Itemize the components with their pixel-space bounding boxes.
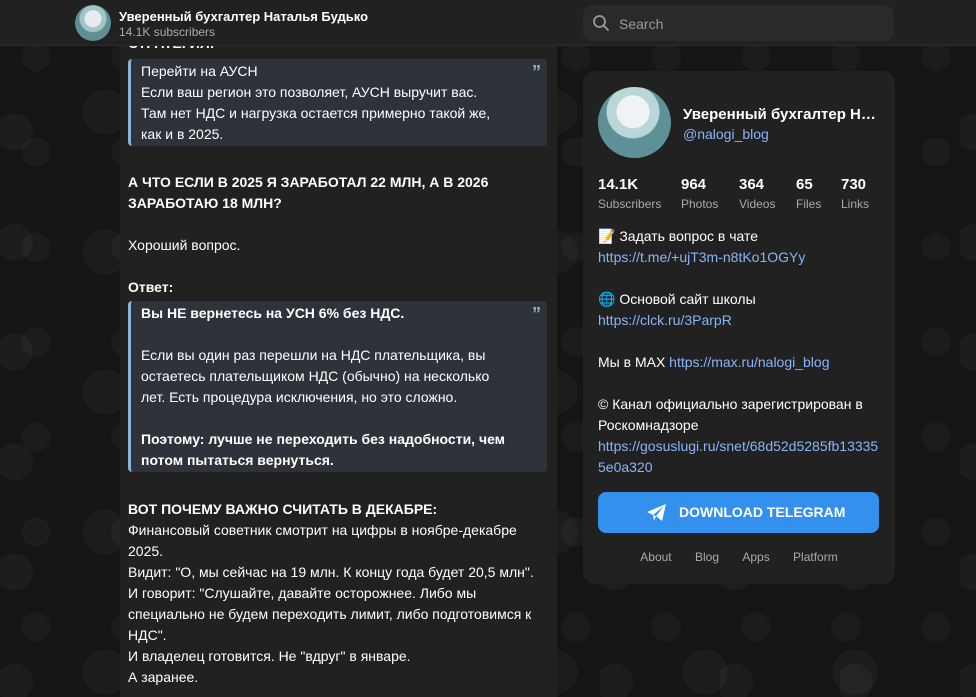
desc-registration-text: © Канал официально зарегистрирован в Рос… [598,396,863,433]
post-cut-heading: СТРАТЕГИЯ: [128,46,549,54]
stat-label: Files [796,197,822,211]
max-link[interactable]: https://max.ru/nalogi_blog [669,354,829,370]
quote-line: как и в 2025. [141,126,224,142]
channel-info-card: Уверенный бухгалтер Наталья Будько @nalo… [583,71,895,584]
quote-line: Вы НЕ вернетесь на УСН 6% без НДС. [141,305,405,321]
search-box[interactable] [583,5,894,43]
channel-avatar-large [598,87,671,158]
stat-label: Links [841,197,870,211]
footer-link-blog[interactable]: Blog [695,550,719,564]
question-line: А ЧТО ЕСЛИ В 2025 Я ЗАРАБОТАЛ 22 МЛН, А … [128,174,489,190]
paragraph-line: специально не будем переходить лимит, ли… [128,606,532,622]
quote-line: Если ваш регион это позволяет, АУСН выру… [141,84,478,100]
question-line: ЗАРАБОТАЮ 18 МЛН? [128,195,282,211]
desc-chat-text: 📝 Задать вопрос в чате [598,228,759,244]
top-bar: Уверенный бухгалтер Наталья Будько 14.1K… [0,0,976,46]
paragraph-line: 2025. [128,543,164,559]
stat-links[interactable]: 730 Links [841,176,869,214]
search-input[interactable] [617,5,881,43]
footer-link-apps[interactable]: Apps [742,550,769,564]
channel-name: Уверенный бухгалтер Наталья Будько [683,106,879,123]
channel-handle-link[interactable]: @nalogi_blog [683,126,769,142]
channel-description: 📝 Задать вопрос в чате https://t.me/+ujT… [598,226,883,478]
stat-label: Photos [681,197,719,211]
stat-value: 730 [841,176,867,193]
footer-links: About Blog Apps Platform [583,550,895,564]
desc-max-line: Мы в MAX https://max.ru/nalogi_blog [598,352,883,373]
quote-icon: ” [532,62,541,82]
download-label: DOWNLOAD TELEGRAM [679,504,846,520]
stat-videos[interactable]: 364 Videos [739,176,775,214]
channel-title[interactable]: Уверенный бухгалтер Наталья Будько [119,9,368,24]
paragraph-line: Финансовый советник смотрит на цифры в н… [128,522,517,538]
stat-photos[interactable]: 964 Photos [681,176,718,214]
paragraph-line: А заранее. [128,669,199,685]
answer-label: Ответ: [128,279,174,295]
quote-line: Если вы один раз перешли на НДС плательщ… [141,347,486,363]
paragraph-line: И владелец готовится. Не "вдруг" в январ… [128,648,411,664]
stat-value: 364 [739,176,765,193]
search-icon [593,15,609,31]
quote-line: потом пытаться вернуться. [141,452,334,468]
stat-value: 65 [796,176,813,193]
quote-line: остаетесь плательщиком НДС (обычно) на н… [141,368,490,384]
footer-link-about[interactable]: About [640,550,671,564]
paragraph-line: Видит: "О, мы сейчас на 19 млн. К концу … [128,564,534,580]
stat-label: Subscribers [598,197,662,211]
quote-icon: ” [532,304,541,324]
quote-line: Перейти на АУСН [141,63,258,79]
subscriber-count: 14.1K subscribers [119,25,216,39]
registration-link[interactable]: https://gosuslugi.ru/snet/68d52d5285fb13… [598,438,878,475]
stat-value: 14.1K [598,176,639,193]
chat-link[interactable]: https://t.me/+ujT3m-n8tKo1OGYy [598,249,805,265]
desc-site-text: 🌐 Основой сайт школы [598,291,756,307]
section-heading: ВОТ ПОЧЕМУ ВАЖНО СЧИТАТЬ В ДЕКАБРЕ: [128,501,438,517]
channel-avatar[interactable] [75,5,111,41]
telegram-plane-icon [647,504,666,521]
stat-value: 964 [681,176,707,193]
question-heading: А ЧТО ЕСЛИ В 2025 Я ЗАРАБОТАЛ 22 МЛН, А … [128,172,549,214]
post-body: ВОТ ПОЧЕМУ ВАЖНО СЧИТАТЬ В ДЕКАБРЕ: Фина… [128,499,549,688]
stat-subscribers[interactable]: 14.1K Subscribers [598,176,661,214]
channel-stats: 14.1K Subscribers 964 Photos 364 Videos … [598,176,880,212]
desc-max-text: Мы в MAX [598,354,666,370]
quote-line: Там нет НДС и нагрузка остается примерно… [141,105,491,121]
stat-files[interactable]: 65 Files [796,176,821,214]
paragraph-line: И говорит: "Слушайте, давайте осторожнее… [128,585,477,601]
quote-line: лет. Есть процедура исключения, но это с… [141,389,458,405]
paragraph-line: НДС". [128,627,167,643]
quote-block-answer: ” Вы НЕ вернетесь на УСН 6% без НДС. Есл… [128,301,547,472]
footer-link-platform[interactable]: Platform [793,550,838,564]
paragraph: Хороший вопрос. [128,237,241,253]
quote-line: Поэтому: лучше не переходить без надобно… [141,431,506,447]
stat-label: Videos [739,197,776,211]
download-telegram-button[interactable]: DOWNLOAD TELEGRAM [598,492,879,533]
quote-block-ausn: ” Перейти на АУСН Если ваш регион это по… [128,59,547,146]
message-feed[interactable]: СТРАТЕГИЯ: ” Перейти на АУСН Если ваш ре… [120,46,557,697]
site-link[interactable]: https://clck.ru/3ParpR [598,312,732,328]
